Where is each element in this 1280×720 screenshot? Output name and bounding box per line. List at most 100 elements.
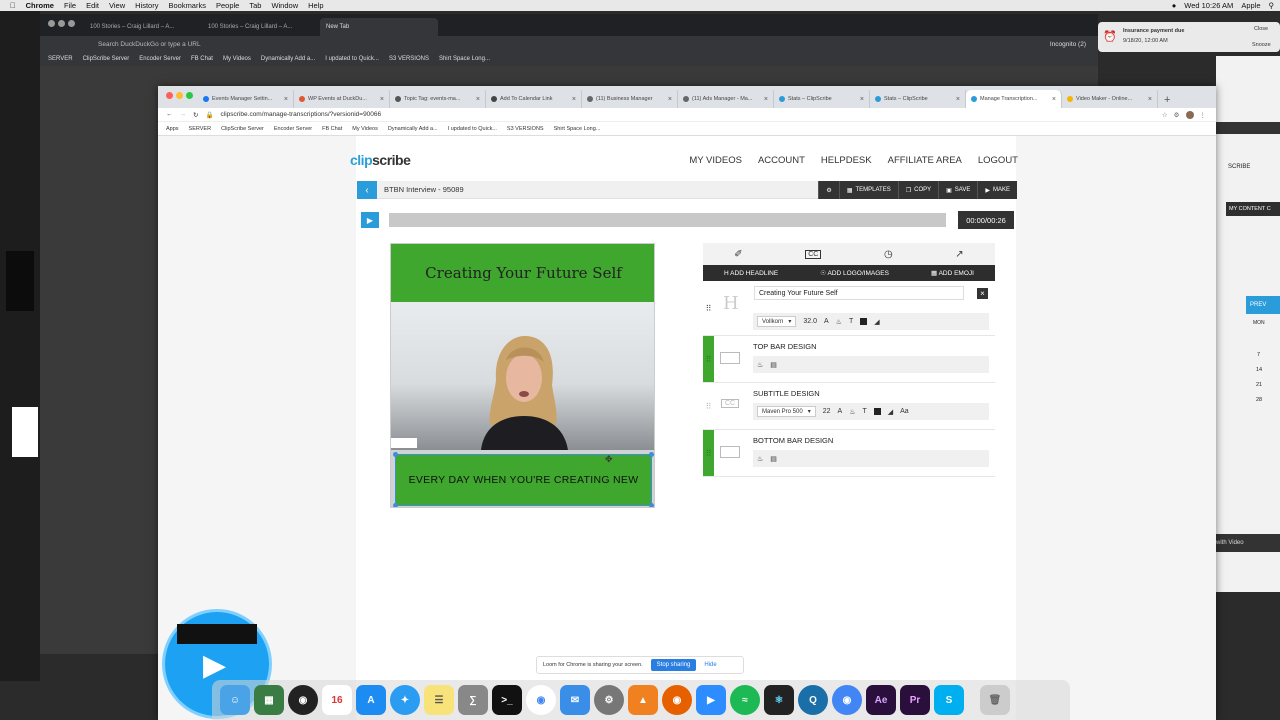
vlc-icon[interactable]: ▲	[628, 685, 658, 715]
forward-arrow-icon[interactable]: →	[180, 111, 187, 118]
tab-close-icon[interactable]: ×	[476, 96, 480, 103]
reload-icon[interactable]: ↻	[193, 111, 198, 119]
new-tab-icon[interactable]: +	[1164, 94, 1170, 106]
apple-icon[interactable]: 	[10, 1, 16, 10]
timeline-progress-bar[interactable]	[389, 213, 946, 227]
date-cell[interactable]: 7	[1257, 352, 1260, 358]
bookmark[interactable]: Encoder Server	[139, 56, 181, 62]
text-color-icon[interactable]: T	[849, 318, 853, 325]
bookmark[interactable]: I updated to Quick...	[325, 56, 379, 62]
nav-logout[interactable]: LOGOUT	[978, 155, 1018, 166]
browser-tab-active[interactable]: Manage Transcription... ×	[966, 90, 1062, 108]
clock-icon[interactable]: ◷	[884, 249, 893, 260]
nav-helpdesk[interactable]: HELPDESK	[821, 155, 872, 166]
top-bar[interactable]: Creating Your Future Self	[391, 244, 654, 302]
bookmark[interactable]: FB Chat	[191, 56, 213, 62]
finder-icon[interactable]: ☺	[220, 685, 250, 715]
brush-icon[interactable]: ✐	[734, 249, 742, 260]
browser-tab[interactable]: Stats – ClipScribe ×	[774, 90, 870, 108]
back-tab[interactable]: 100 Stories – Craig Lillard – A...	[84, 18, 202, 36]
profile-avatar[interactable]	[1185, 110, 1194, 119]
wifi-icon[interactable]: ●	[1172, 1, 1177, 10]
tab-close-icon[interactable]: ×	[380, 96, 384, 103]
menu-view[interactable]: View	[109, 1, 125, 10]
back-tab-active[interactable]: New Tab	[320, 18, 438, 36]
menu-people[interactable]: People	[216, 1, 239, 10]
date-cell[interactable]: 14	[1256, 367, 1262, 373]
notification-close-button[interactable]: Close	[1254, 26, 1268, 32]
bookmark[interactable]: Dynamically Add a...	[388, 126, 438, 132]
chrome-icon[interactable]: ◉	[526, 685, 556, 715]
extensions-icon[interactable]: ⚙	[1174, 111, 1180, 119]
bookmark[interactable]: My Videos	[352, 126, 378, 132]
tab-close-icon[interactable]: ×	[956, 96, 960, 103]
browser-tab[interactable]: Video Maker - Online... ×	[1062, 90, 1158, 108]
resize-handle[interactable]	[393, 503, 398, 507]
resize-handle[interactable]	[649, 452, 654, 457]
video-headline[interactable]: Creating Your Future Self	[425, 264, 622, 282]
make-button[interactable]: ▶ MAKE	[977, 181, 1017, 199]
spotify-icon[interactable]: ≈	[730, 685, 760, 715]
menu-tab[interactable]: Tab	[249, 1, 261, 10]
url-field[interactable]: clipscribe.com/manage-transcriptions/?ve…	[221, 111, 382, 118]
closed-caption-icon[interactable]: CC	[805, 249, 822, 259]
browser-tab[interactable]: Topic Tag: events-ma... ×	[390, 90, 486, 108]
browser-tab[interactable]: (11) Business Manager ×	[582, 90, 678, 108]
menu-help[interactable]: Help	[308, 1, 323, 10]
settings-gear-icon[interactable]: ⚙	[594, 685, 624, 715]
font-size-icon[interactable]: A	[838, 408, 843, 415]
subtitle-size-value[interactable]: 22	[823, 408, 831, 415]
minimize-dot[interactable]	[176, 92, 183, 99]
date-cell[interactable]: 21	[1256, 382, 1262, 388]
templates-button[interactable]: ▦ TEMPLATES	[838, 181, 898, 199]
tab-close-icon[interactable]: ×	[572, 96, 576, 103]
tab-close-icon[interactable]: ×	[284, 96, 288, 103]
tab-close-icon[interactable]: ×	[668, 96, 672, 103]
menu-window[interactable]: Window	[271, 1, 298, 10]
menubar-user[interactable]: Apple	[1241, 1, 1260, 10]
subtitle-font-select[interactable]: Maven Pro 500 ▾	[757, 406, 816, 417]
premiere-icon[interactable]: Pr	[900, 685, 930, 715]
bookmark[interactable]: Shirt Space Long...	[554, 126, 601, 132]
color-swatch[interactable]	[860, 318, 868, 325]
nav-account[interactable]: ACCOUNT	[758, 155, 805, 166]
paint-bucket-icon[interactable]: ♨	[757, 455, 763, 463]
bookmark[interactable]: SERVER	[189, 126, 212, 132]
tab-close-icon[interactable]: ×	[860, 96, 864, 103]
terminal-icon[interactable]: >_	[492, 685, 522, 715]
menu-dots-icon[interactable]: ⋮	[1200, 111, 1207, 119]
settings-button[interactable]: ⚙	[818, 181, 838, 199]
menu-history[interactable]: History	[135, 1, 158, 10]
browser-tab[interactable]: Events Manager Settin... ×	[198, 90, 294, 108]
browser-tab[interactable]: (11) Ads Manager - Ma... ×	[678, 90, 774, 108]
date-cell[interactable]: 28	[1256, 397, 1262, 403]
browser-tab[interactable]: Add To Calendar Link ×	[486, 90, 582, 108]
text-color-icon[interactable]: T	[862, 408, 866, 415]
copy-button[interactable]: ❐ COPY	[897, 181, 938, 199]
zoom-dot[interactable]	[68, 20, 75, 27]
drag-handle-icon[interactable]: ⠿	[703, 430, 714, 476]
bookmark[interactable]: SERVER	[48, 56, 73, 62]
after-effects-icon[interactable]: Ae	[866, 685, 896, 715]
paint-bucket-icon[interactable]: ♨	[836, 318, 842, 326]
star-icon[interactable]: ☆	[1162, 111, 1168, 119]
tab-close-icon[interactable]: ×	[1052, 96, 1056, 103]
notification-snooze-button[interactable]: Snooze	[1252, 42, 1271, 48]
app-icon[interactable]: Q	[798, 685, 828, 715]
save-button[interactable]: ▣ SAVE	[938, 181, 977, 199]
chrome-alt-icon[interactable]: ◉	[832, 685, 862, 715]
atom-icon[interactable]: ⚛	[764, 685, 794, 715]
play-button[interactable]: ▶	[361, 212, 379, 228]
calendar-icon[interactable]: 16	[322, 685, 352, 715]
bookmark[interactable]: ClipScribe Server	[83, 56, 130, 62]
bookmark[interactable]: I updated to Quick...	[448, 126, 497, 132]
tab-close-icon[interactable]: ×	[764, 96, 768, 103]
bookmark[interactable]: FB Chat	[322, 126, 342, 132]
notification-banner[interactable]: ⏰ Insurance payment due 9/18/20, 12:00 A…	[1098, 22, 1280, 52]
drag-handle-icon[interactable]: ⠿	[703, 336, 714, 382]
menu-bookmarks[interactable]: Bookmarks	[168, 1, 206, 10]
add-logo-button[interactable]: ☉ ADD LOGO/IMAGES	[820, 269, 889, 277]
mail-icon[interactable]: ✉	[560, 685, 590, 715]
add-emoji-button[interactable]: ▦ ADD EMOJI	[931, 269, 974, 277]
nav-my-videos[interactable]: MY VIDEOS	[689, 155, 742, 166]
